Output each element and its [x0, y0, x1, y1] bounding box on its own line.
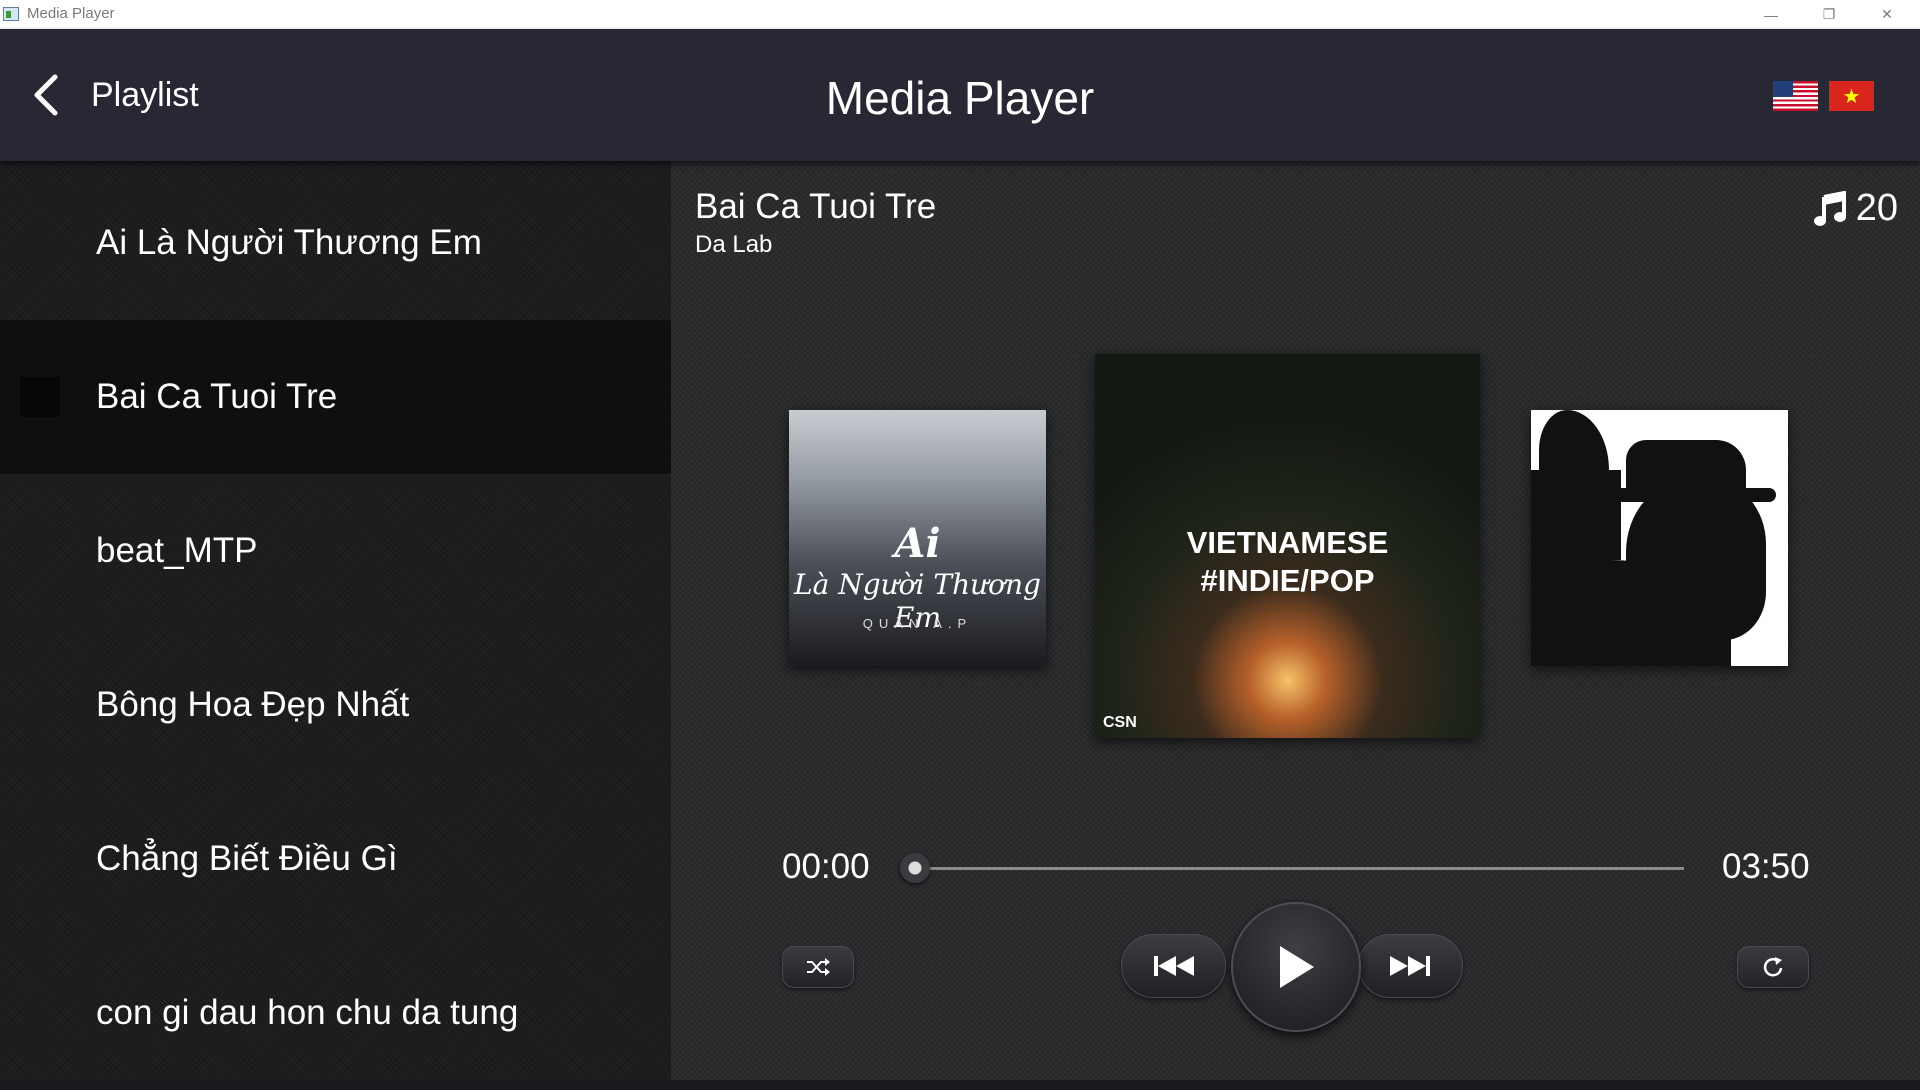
playlist-item-label: Ai Là Người Thương Em — [96, 223, 482, 262]
album-art-text: Ai — [894, 520, 941, 567]
app-header: Playlist Media Player ★ — [0, 29, 1920, 161]
playlist-item-label: beat_MTP — [96, 531, 258, 570]
skip-next-icon — [1390, 956, 1430, 976]
vietnam-flag-star: ★ — [1842, 85, 1861, 108]
playlist-item[interactable]: Chẳng Biết Điều Gì — [0, 782, 671, 936]
album-art-text-line: VIETNAMESE — [1186, 525, 1389, 560]
page-title: Media Player — [825, 72, 1095, 124]
window-title: Media Player — [27, 5, 115, 22]
song-count: 20 — [1812, 187, 1898, 230]
playlist-item-label: Bông Hoa Đẹp Nhất — [96, 685, 410, 724]
us-flag-icon[interactable] — [1773, 81, 1818, 111]
shuffle-button[interactable] — [782, 946, 854, 988]
shuffle-icon — [807, 958, 830, 976]
seek-handle[interactable] — [900, 853, 930, 883]
now-playing-title: Bai Ca Tuoi Tre — [695, 187, 937, 226]
album-art-text-line: #INDIE/POP — [1200, 563, 1375, 598]
repeat-icon — [1763, 957, 1783, 977]
player-panel: Bai Ca Tuoi Tre Da Lab 20 Ai Là Người Th… — [671, 161, 1920, 1080]
playlist-item[interactable]: Bông Hoa Đẹp Nhất — [0, 628, 671, 782]
repeat-button[interactable] — [1737, 946, 1809, 988]
playlist-item-label: con gi dau hon chu da tung — [96, 993, 519, 1032]
playlist-item-selected[interactable]: Bai Ca Tuoi Tre — [0, 320, 671, 474]
seek-bar[interactable] — [915, 867, 1684, 870]
album-art-text: VIETNAMESE #INDIE/POP — [1095, 524, 1480, 600]
now-playing-artist: Da Lab — [695, 231, 773, 258]
playlist-item[interactable]: con gi dau hon chu da tung — [0, 936, 671, 1090]
album-art-watermark: CSN — [1103, 714, 1137, 731]
song-count-value: 20 — [1855, 187, 1898, 229]
us-flag-canton — [1773, 81, 1793, 97]
playlist-item[interactable]: beat_MTP — [0, 474, 671, 628]
silhouette-arm — [1531, 470, 1621, 560]
album-art-next[interactable] — [1531, 410, 1788, 666]
album-art-previous[interactable]: Ai Là Người Thương Em QUÂN A.P — [789, 410, 1046, 666]
play-button[interactable] — [1231, 902, 1361, 1032]
playlist-item-label: Bai Ca Tuoi Tre — [96, 377, 338, 416]
total-time: 03:50 — [1722, 847, 1810, 886]
playlist-sidebar: Ai Là Người Thương Em Bai Ca Tuoi Tre be… — [0, 161, 671, 1080]
album-art-current[interactable]: VIETNAMESE #INDIE/POP CSN — [1095, 354, 1480, 738]
playlist-item-label: Chẳng Biết Điều Gì — [96, 839, 398, 878]
selection-marker — [20, 377, 60, 417]
back-button[interactable] — [24, 73, 68, 117]
next-button[interactable] — [1358, 934, 1463, 998]
chevron-left-icon — [34, 74, 58, 116]
close-button[interactable]: ✕ — [1858, 0, 1916, 29]
music-note-icon — [1813, 190, 1846, 226]
play-icon — [1280, 946, 1314, 988]
vietnam-flag-icon[interactable]: ★ — [1829, 81, 1874, 111]
previous-button[interactable] — [1121, 934, 1226, 998]
maximize-button[interactable]: ❐ — [1800, 0, 1858, 29]
current-time: 00:00 — [782, 847, 870, 886]
playlist-item[interactable]: Ai Là Người Thương Em — [0, 166, 671, 320]
album-art-text: QUÂN A.P — [862, 616, 973, 631]
minimize-button[interactable]: — — [1742, 0, 1800, 29]
playlist-back-label[interactable]: Playlist — [91, 76, 199, 115]
app-icon — [3, 7, 19, 21]
window-titlebar: Media Player — ❐ ✕ — [0, 0, 1920, 29]
skip-previous-icon — [1154, 956, 1194, 976]
